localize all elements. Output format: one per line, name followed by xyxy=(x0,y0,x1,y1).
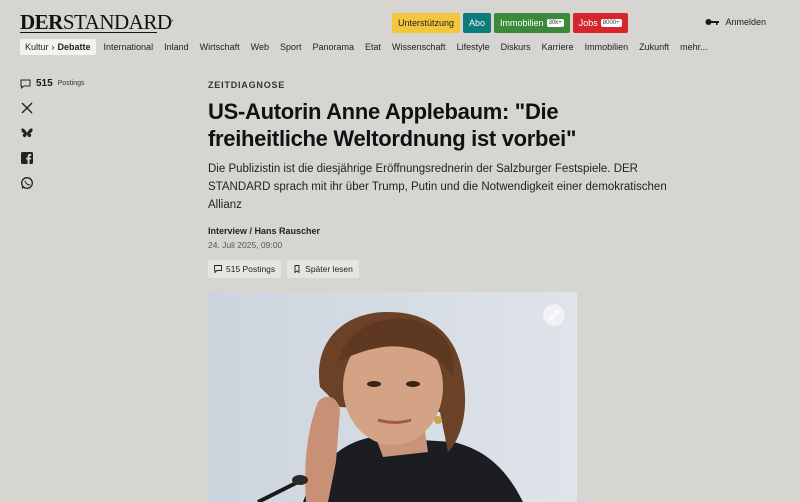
header-pills: Unterstützung Abo Immobilien 30k+ Jobs 800… xyxy=(392,13,628,33)
logo-underline xyxy=(20,32,157,33)
expand-icon xyxy=(549,310,559,320)
breadcrumb-parent[interactable]: Kultur xyxy=(25,42,49,52)
jobs-label: Jobs xyxy=(578,18,598,28)
breadcrumb-current[interactable]: Debatte xyxy=(58,42,91,52)
postings-button[interactable]: 515 Postings xyxy=(208,260,282,278)
facebook-icon[interactable] xyxy=(20,151,34,165)
article-lead: Die Publizistin ist die diesjährige Eröf… xyxy=(208,163,667,211)
nav-item-web[interactable]: Web xyxy=(251,42,269,52)
nav-item-sport[interactable]: Sport xyxy=(280,42,302,52)
share-rail: 515 Postings xyxy=(20,78,85,201)
key-icon xyxy=(705,19,720,25)
nav-item-wirtschaft[interactable]: Wirtschaft xyxy=(200,42,240,52)
site-header: DER STANDARD ⌄ Unterstützung Abo Immobili… xyxy=(0,0,800,62)
postings-label: Postings xyxy=(57,80,85,87)
support-label: Unterstützung xyxy=(398,18,455,28)
expand-image-button[interactable] xyxy=(543,304,565,326)
nav-item-lifestyle[interactable]: Lifestyle xyxy=(457,42,490,52)
immobilien-button[interactable]: Immobilien 30k+ xyxy=(494,13,570,33)
postings-button-label: 515 Postings xyxy=(226,264,276,274)
article-byline[interactable]: Interview / Hans Rauscher xyxy=(208,226,678,236)
postings-count-link[interactable]: 515 Postings xyxy=(20,78,85,89)
immobilien-count-badge: 30k+ xyxy=(546,19,564,27)
article-photo[interactable] xyxy=(208,292,577,502)
chevron-down-icon[interactable]: ⌄ xyxy=(167,14,175,25)
abo-button[interactable]: Abo xyxy=(463,13,492,33)
nav-item-panorama[interactable]: Panorama xyxy=(312,42,354,52)
breadcrumb: Kultur › Debatte xyxy=(20,39,96,55)
login-label: Anmelden xyxy=(725,17,766,27)
main-nav: Kultur › Debatte International Inland Wi… xyxy=(20,39,719,55)
nav-item-zukunft[interactable]: Zukunft xyxy=(639,42,669,52)
nav-item-more[interactable]: mehr... xyxy=(680,42,708,52)
article-title: US-Autorin Anne Applebaum: "Die freiheit… xyxy=(208,99,577,151)
nav-item-international[interactable]: International xyxy=(104,42,154,52)
support-button[interactable]: Unterstützung xyxy=(392,13,461,33)
article-kicker: ZEITDIAGNOSE xyxy=(208,80,286,90)
article: ZEITDIAGNOSE US-Autorin Anne Applebaum: … xyxy=(208,80,678,278)
chevron-right-icon: › xyxy=(51,42,55,52)
postings-count: 515 xyxy=(36,78,53,89)
comment-icon xyxy=(214,265,222,273)
nav-item-diskurs[interactable]: Diskurs xyxy=(501,42,531,52)
jobs-button[interactable]: Jobs 8000+ xyxy=(572,13,628,33)
comment-icon xyxy=(20,79,31,89)
read-later-button[interactable]: Später lesen xyxy=(287,260,359,278)
bluesky-icon[interactable] xyxy=(20,126,34,140)
abo-label: Abo xyxy=(469,18,486,28)
immobilien-label: Immobilien xyxy=(500,18,544,28)
nav-item-immobilien[interactable]: Immobilien xyxy=(585,42,629,52)
nav-item-karriere[interactable]: Karriere xyxy=(542,42,574,52)
nav-item-etat[interactable]: Etat xyxy=(365,42,381,52)
whatsapp-icon[interactable] xyxy=(20,176,34,190)
portrait-illustration xyxy=(208,292,577,502)
nav-item-inland[interactable]: Inland xyxy=(164,42,189,52)
jobs-count-badge: 8000+ xyxy=(600,19,622,27)
login-button[interactable]: Anmelden xyxy=(705,17,766,27)
nav-item-wissenschaft[interactable]: Wissenschaft xyxy=(392,42,446,52)
bookmark-icon xyxy=(294,265,300,273)
read-later-label: Später lesen xyxy=(305,264,353,274)
article-date: 24. Juli 2025, 09:00 xyxy=(208,240,283,250)
article-actions: 515 Postings Später lesen xyxy=(208,260,678,278)
x-icon[interactable] xyxy=(20,101,34,115)
